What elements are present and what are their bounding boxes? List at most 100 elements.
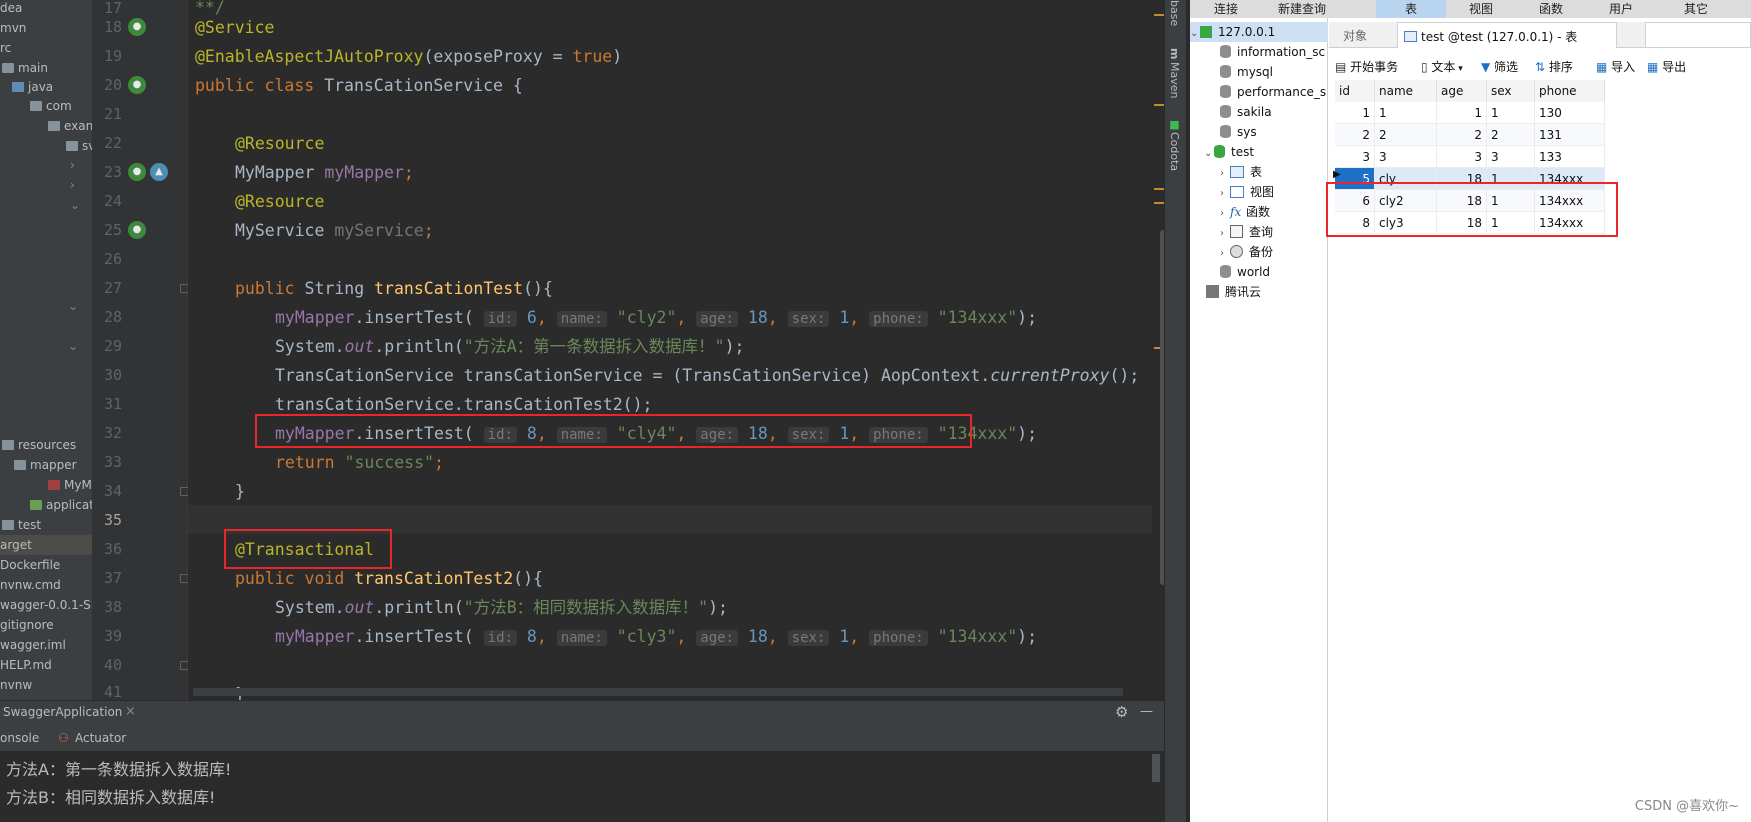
tree-item[interactable]: › 备份	[1220, 242, 1273, 262]
tab-table[interactable]: 表	[1376, 0, 1446, 18]
tree-item[interactable]: ⌄ 127.0.0.1	[1190, 22, 1328, 42]
column-header[interactable]: sex	[1487, 80, 1535, 102]
cell[interactable]: 130	[1535, 102, 1605, 124]
cell[interactable]: 3	[1375, 146, 1437, 168]
chevron-down-icon[interactable]: ⌄	[70, 195, 80, 215]
cell[interactable]: 2	[1335, 124, 1375, 146]
chevron-right-icon[interactable]: ›	[70, 155, 75, 175]
export-button[interactable]: ▦ 导出	[1647, 58, 1686, 75]
tab-actuator[interactable]: Actuator	[75, 731, 126, 745]
line-number: 33	[103, 453, 122, 471]
tab-new-query[interactable]: 新建查询	[1262, 0, 1342, 18]
horizontal-scrollbar[interactable]	[193, 688, 1123, 696]
tree-item[interactable]: information_sc	[1220, 42, 1325, 62]
column-header[interactable]: name	[1375, 80, 1437, 102]
tab-other[interactable]: 其它	[1656, 0, 1736, 18]
tab-function[interactable]: 函数	[1516, 0, 1586, 18]
tree-item[interactable]: › 表	[1220, 162, 1262, 182]
cell[interactable]: 2	[1487, 124, 1535, 146]
project-item[interactable]: test	[2, 515, 41, 535]
chevron-right-icon[interactable]: ›	[70, 175, 75, 195]
filter-button[interactable]: ▼ 筛选	[1481, 58, 1518, 75]
project-item[interactable]: com	[30, 96, 72, 116]
console-scrollbar[interactable]	[1152, 754, 1160, 782]
tree-item[interactable]: ⌄ test	[1204, 142, 1254, 162]
chevron-down-icon[interactable]: ⌄	[68, 296, 78, 316]
line-number: 17	[103, 0, 122, 17]
tab-objects[interactable]: 对象	[1343, 27, 1367, 44]
project-item[interactable]: Dockerfile	[0, 555, 60, 575]
project-item[interactable]: mapper	[14, 455, 77, 475]
project-item[interactable]: rc	[0, 38, 11, 58]
begin-transaction-button[interactable]: ▤ 开始事务	[1335, 58, 1398, 75]
row-pointer-icon: ▶	[1333, 169, 1341, 180]
column-header[interactable]: id	[1335, 80, 1375, 102]
cell[interactable]: 3	[1487, 146, 1535, 168]
tree-item[interactable]: sakila	[1220, 102, 1272, 122]
gear-icon[interactable]: ⚙	[1115, 703, 1128, 721]
project-item[interactable]: resources	[2, 435, 76, 455]
tab-console[interactable]: onsole	[0, 731, 39, 745]
cell[interactable]: 1	[1335, 102, 1375, 124]
tree-item[interactable]: › 视图	[1220, 182, 1274, 202]
mybatis-bird-icon[interactable]: ▲	[150, 163, 168, 181]
line-number: 39	[103, 627, 122, 645]
folder-icon	[2, 440, 14, 450]
tree-item[interactable]: › fx 函数	[1220, 202, 1270, 222]
close-icon[interactable]: ×	[125, 704, 136, 719]
project-item[interactable]: applicat	[30, 495, 92, 515]
project-item[interactable]: java	[12, 77, 53, 97]
tab-view[interactable]: 视图	[1446, 0, 1516, 18]
cell[interactable]: 1	[1437, 102, 1487, 124]
cell[interactable]: 133	[1535, 146, 1605, 168]
project-item[interactable]: arget	[0, 535, 92, 555]
project-item[interactable]: nvnw	[0, 675, 32, 695]
tree-item[interactable]: sys	[1220, 122, 1257, 142]
cell[interactable]: 1	[1375, 102, 1437, 124]
project-item[interactable]: dea	[0, 0, 22, 18]
project-item[interactable]: gitignore	[0, 615, 54, 635]
project-item[interactable]: sv	[66, 136, 92, 156]
spring-bean-icon[interactable]: ●	[128, 163, 146, 181]
column-header[interactable]: age	[1437, 80, 1487, 102]
spring-bean-icon[interactable]: ●	[128, 76, 146, 94]
folder-icon	[14, 460, 26, 470]
tree-item[interactable]: › 查询	[1220, 222, 1273, 242]
tab-table-data[interactable]: test @test (127.0.0.1) - 表	[1397, 22, 1617, 48]
tree-item[interactable]: world	[1220, 262, 1270, 282]
project-item[interactable]: wagger.iml	[0, 635, 66, 655]
console-output[interactable]: 方法A：第一条数据拆入数据库! 方法B：相同数据拆入数据库!	[0, 752, 1164, 822]
tree-item[interactable]: mysql	[1220, 62, 1273, 82]
query-icon	[1230, 225, 1243, 238]
tree-item[interactable]: performance_s	[1220, 82, 1326, 102]
tab-user[interactable]: 用户	[1586, 0, 1656, 18]
cell[interactable]: 3	[1437, 146, 1487, 168]
project-item[interactable]: main	[2, 58, 48, 78]
import-button[interactable]: ▦ 导入	[1596, 58, 1635, 75]
database-tool-tab[interactable]: base	[1168, 0, 1181, 26]
maven-tool-tab[interactable]: Maven	[1168, 62, 1181, 98]
codota-tool-tab[interactable]: Codota	[1168, 132, 1181, 171]
tab-connection[interactable]: 连接	[1190, 0, 1262, 18]
chevron-down-icon[interactable]: ⌄	[68, 336, 78, 356]
project-item[interactable]: MyM	[48, 475, 92, 495]
code-editor[interactable]: **/ @Service @EnableAspectJAutoProxy(exp…	[188, 0, 1170, 700]
cell[interactable]: 1	[1487, 102, 1535, 124]
project-item[interactable]: nvnw.cmd	[0, 575, 61, 595]
project-item[interactable]: wagger-0.0.1-SN	[0, 595, 92, 615]
text-button[interactable]: ▯ 文本 ▾	[1421, 58, 1463, 75]
tree-item[interactable]: 腾讯云	[1206, 282, 1261, 302]
run-config-tab[interactable]: SwaggerApplication	[3, 705, 122, 719]
cell[interactable]: 131	[1535, 124, 1605, 146]
cell[interactable]: 2	[1437, 124, 1487, 146]
project-item[interactable]: mvn	[0, 18, 26, 38]
sort-button[interactable]: ⇅ 排序	[1535, 58, 1573, 75]
spring-bean-icon[interactable]: ●	[128, 18, 146, 36]
minimize-icon[interactable]: —	[1140, 704, 1153, 719]
spring-bean-icon[interactable]: ●	[128, 221, 146, 239]
cell[interactable]: 2	[1375, 124, 1437, 146]
project-item[interactable]: HELP.md	[0, 655, 52, 675]
column-header[interactable]: phone	[1535, 80, 1605, 102]
project-item[interactable]: exan	[48, 116, 92, 136]
cell[interactable]: 3	[1335, 146, 1375, 168]
